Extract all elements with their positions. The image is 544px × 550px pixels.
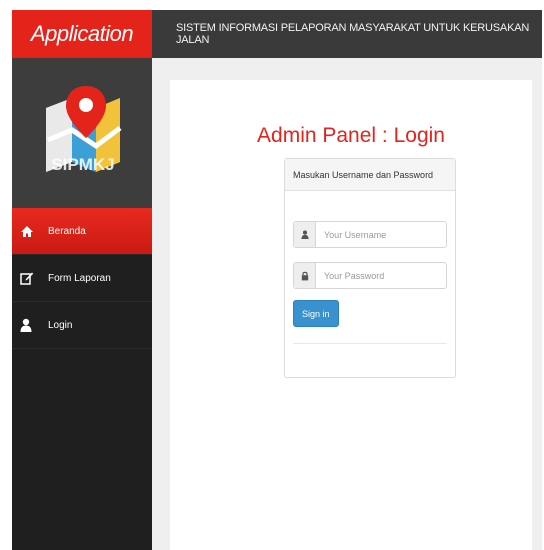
sidebar: SIPMKJ Beranda Form Laporan Login bbox=[12, 58, 152, 550]
password-input-group bbox=[293, 262, 447, 289]
password-input[interactable] bbox=[316, 263, 446, 288]
sidebar-item-form-laporan[interactable]: Form Laporan bbox=[12, 255, 152, 302]
sidebar-item-beranda[interactable]: Beranda bbox=[12, 208, 152, 255]
sidebar-item-login[interactable]: Login bbox=[12, 302, 152, 349]
divider bbox=[293, 343, 447, 344]
lock-icon bbox=[294, 263, 316, 288]
page-title: Admin Panel : Login bbox=[257, 124, 445, 147]
main-content: Admin Panel : Login Masukan Username dan… bbox=[152, 58, 542, 550]
edit-icon bbox=[20, 271, 42, 285]
sidebar-item-label: Login bbox=[48, 319, 73, 331]
map-logo-icon: SIPMKJ bbox=[46, 86, 122, 174]
user-icon bbox=[20, 318, 42, 332]
app-window: Application SISTEM INFORMASI PELAPORAN M… bbox=[12, 10, 542, 550]
signin-button[interactable]: Sign in bbox=[293, 300, 339, 327]
username-input-group bbox=[293, 221, 447, 248]
content-card: Admin Panel : Login Masukan Username dan… bbox=[170, 80, 532, 550]
home-icon bbox=[20, 225, 42, 238]
login-panel-heading: Masukan Username dan Password bbox=[285, 159, 455, 191]
logo-panel: SIPMKJ bbox=[12, 58, 152, 208]
sidebar-item-label: Beranda bbox=[48, 225, 86, 237]
sidebar-item-label: Form Laporan bbox=[48, 272, 111, 284]
header-bar: SISTEM INFORMASI PELAPORAN MASYARAKAT UN… bbox=[152, 10, 542, 58]
logo-text: SIPMKJ bbox=[51, 155, 114, 174]
user-icon bbox=[294, 222, 316, 247]
login-panel: Masukan Username dan Password Sign in bbox=[284, 158, 456, 378]
brand-title[interactable]: Application bbox=[12, 10, 152, 58]
header-title: SISTEM INFORMASI PELAPORAN MASYARAKAT UN… bbox=[176, 22, 530, 46]
username-input[interactable] bbox=[316, 222, 446, 247]
